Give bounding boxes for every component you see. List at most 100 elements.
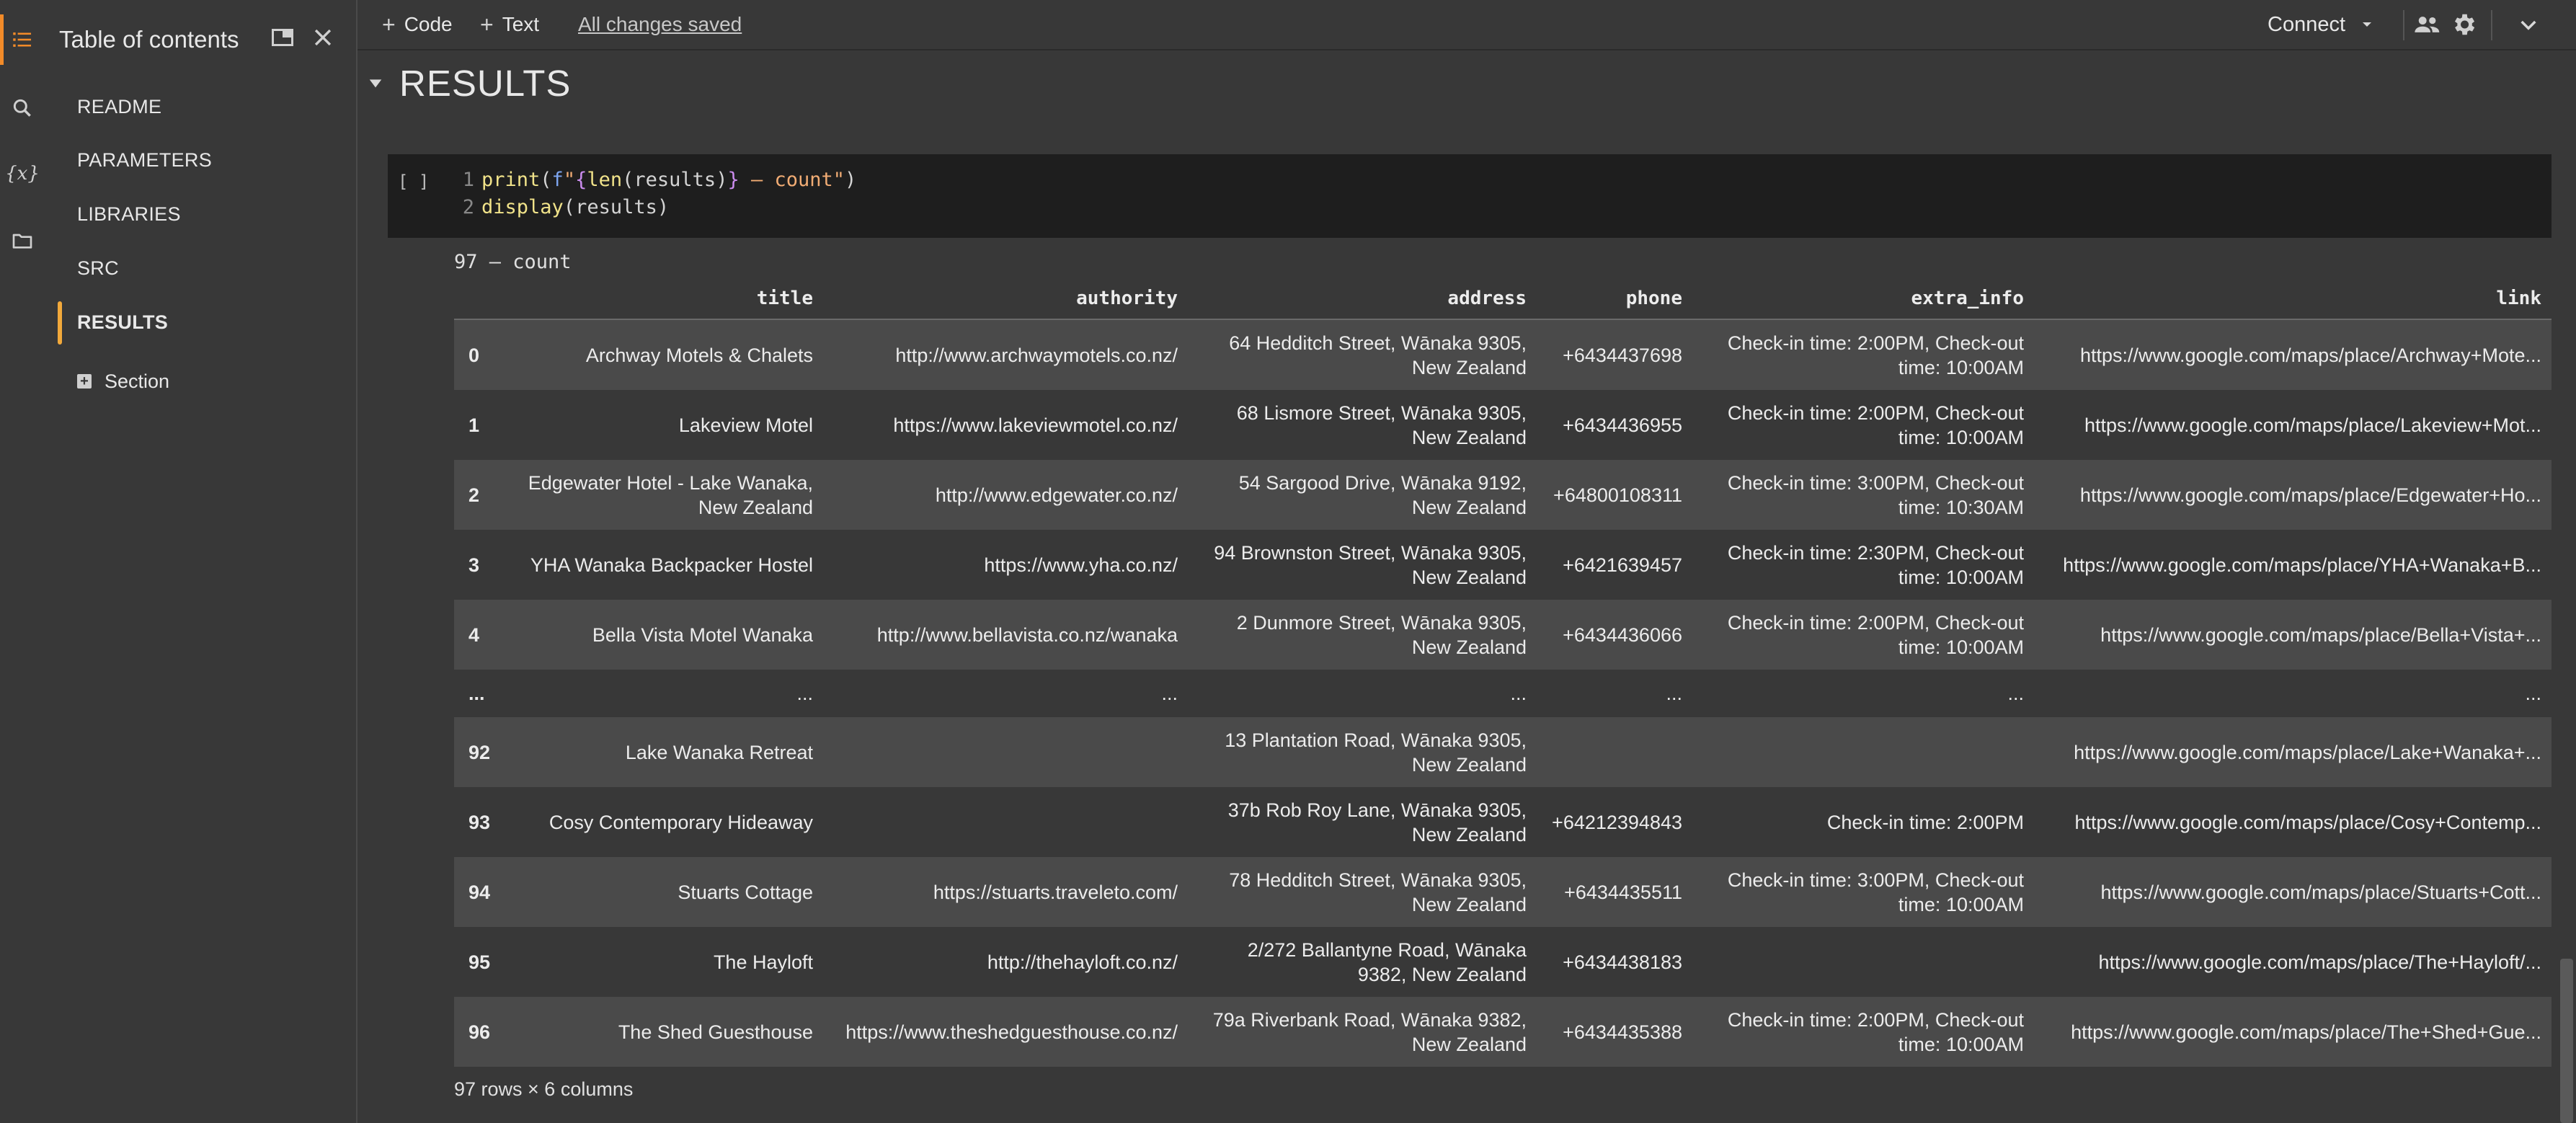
cell-phone — [1537, 717, 1692, 787]
table-row: 96 The Shed Guesthouse https://www.theshed… — [454, 997, 2551, 1067]
toc-item-results[interactable]: RESULTS — [77, 303, 168, 342]
token: } — [727, 169, 740, 191]
token: ( — [622, 169, 634, 191]
add-code-button[interactable]: + Code — [382, 10, 453, 39]
column-header: link — [2034, 278, 2551, 320]
icon-rail: {x} — [0, 0, 45, 1123]
toc-item-parameters[interactable]: PARAMETERS — [77, 141, 212, 179]
table-of-contents-panel: Table of contents README PARAMETERS LIBR… — [45, 0, 357, 1123]
toc-item-src[interactable]: SRC — [77, 249, 119, 288]
column-header: authority — [823, 278, 1188, 320]
cell-extra-info: ... — [2007, 683, 2024, 704]
cell-title: Edgewater Hotel - Lake Wanaka, New Zeala… — [528, 471, 813, 518]
cell-authority: http://www.edgewater.co.nz/ — [935, 484, 1178, 506]
row-index: 96 — [468, 1021, 491, 1043]
cell-extra-info: Check-in time: 2:00PM — [1826, 811, 2024, 833]
toc-icon[interactable] — [0, 14, 45, 65]
cell-extra-info: Check-in time: 2:00PM, Check-out time: 1… — [1727, 1008, 2024, 1055]
cell-address: 68 Lismore Street, Wānaka 9305, New Zeal… — [1236, 401, 1527, 448]
row-index: 92 — [468, 741, 491, 763]
cell-address: 2 Dunmore Street, Wānaka 9305, New Zeala… — [1236, 611, 1527, 658]
cell-link: https://www.google.com/maps/place/The+Sh… — [2071, 1021, 2541, 1043]
column-header: extra_info — [1692, 278, 2034, 320]
cell-link: ... — [2525, 683, 2541, 704]
collapse-header-icon[interactable] — [2514, 10, 2543, 39]
cell-link: https://www.google.com/maps/place/Cosy+C… — [2074, 811, 2541, 833]
row-index: 0 — [468, 344, 480, 366]
cell-phone: +6434438183 — [1563, 951, 1682, 973]
cell-link: https://www.google.com/maps/place/Lake+W… — [2074, 741, 2541, 763]
collapse-section-icon[interactable] — [368, 75, 383, 91]
code-cell[interactable]: [ ] 1 print(f"{len(results)} – count") 2d… — [388, 154, 2551, 238]
token: results — [634, 169, 716, 191]
cell-phone: +6434436066 — [1563, 623, 1682, 646]
cell-title: Lake Wanaka Retreat — [625, 741, 813, 763]
toc-item-readme[interactable]: README — [77, 87, 161, 126]
token: ) — [657, 196, 670, 218]
close-icon[interactable] — [306, 20, 340, 55]
connect-label: Connect — [2268, 12, 2346, 36]
search-icon[interactable] — [0, 94, 45, 123]
line-number: 2 — [462, 196, 474, 218]
token: { — [575, 169, 587, 191]
dataframe-shape-text: 97 rows × 6 columns — [454, 1078, 634, 1100]
cell-title: ... — [796, 683, 813, 704]
line-number: 1 — [462, 169, 474, 191]
cell-title: The Hayloft — [713, 951, 813, 973]
cell-extra-info — [1692, 927, 2034, 997]
cell-extra-info: Check-in time: 2:30PM, Check-out time: 1… — [1727, 541, 2024, 588]
variables-icon[interactable]: {x} — [0, 159, 45, 189]
column-header: title — [507, 278, 823, 320]
caret-down-icon[interactable] — [2358, 16, 2376, 33]
column-header: address — [1188, 278, 1537, 320]
cell-address: 13 Plantation Road, Wānaka 9305, New Zea… — [1225, 729, 1527, 776]
cell-address: 64 Hedditch Street, Wānaka 9305, New Zea… — [1229, 332, 1527, 378]
cell-address: 78 Hedditch Street, Wānaka 9305, New Zea… — [1229, 869, 1527, 915]
cell-phone: +6434435388 — [1563, 1021, 1682, 1043]
row-index: 3 — [468, 554, 480, 576]
token: ) — [716, 169, 728, 191]
scrollbar-thumb[interactable] — [2560, 959, 2573, 1123]
add-section-button[interactable]: + Section — [77, 362, 169, 401]
row-index: ... — [468, 683, 485, 704]
toc-title: Table of contents — [59, 26, 239, 53]
save-status-link[interactable]: All changes saved — [578, 10, 742, 39]
dataframe-table: title authority address phone extra_info… — [454, 278, 2551, 1067]
cell-phone: +64212394843 — [1552, 811, 1682, 833]
token: " — [563, 169, 576, 191]
cell-authority: http://www.archwaymotels.co.nz/ — [895, 344, 1178, 366]
folder-icon[interactable] — [0, 226, 45, 255]
cell-authority — [823, 787, 1188, 857]
cell-address: 37b Rob Roy Lane, Wānaka 9305, New Zeala… — [1227, 799, 1527, 845]
cell-address: 94 Brownston Street, Wānaka 9305, New Ze… — [1214, 541, 1527, 588]
cell-authority: ... — [1161, 683, 1178, 704]
cell-title: Stuarts Cottage — [678, 881, 813, 903]
cell-extra-info: Check-in time: 3:00PM, Check-out time: 1… — [1727, 869, 2024, 915]
table-row: 4 Bella Vista Motel Wanaka http://www.bell… — [454, 600, 2551, 670]
cell-phone: +6434437698 — [1563, 344, 1682, 366]
connect-button[interactable]: Connect — [2268, 10, 2376, 39]
run-cell-button[interactable]: [ ] — [398, 172, 429, 192]
cell-address: 79a Riverbank Road, Wānaka 9382, New Zea… — [1212, 1008, 1527, 1055]
cell-extra-info: Check-in time: 2:00PM, Check-out time: 1… — [1727, 332, 2024, 378]
row-index: 4 — [468, 623, 480, 646]
cell-phone: +64800108311 — [1553, 484, 1682, 506]
plus-icon: + — [480, 11, 494, 37]
table-row: ..................... — [454, 670, 2551, 717]
code-line-2: 2 display(results) — [453, 196, 669, 218]
toc-item-libraries[interactable]: LIBRARIES — [77, 195, 181, 234]
cell-title: The Shed Guesthouse — [618, 1021, 813, 1043]
table-row: 93 Cosy Contemporary Hideaway 37b Rob Roy … — [454, 787, 2551, 857]
row-index: 93 — [468, 811, 491, 833]
plus-icon: + — [382, 11, 396, 37]
open-in-tab-icon[interactable] — [265, 20, 300, 55]
add-text-button[interactable]: + Text — [480, 10, 539, 39]
row-index: 95 — [468, 951, 491, 973]
cell-link: https://www.google.com/maps/place/Archwa… — [2079, 344, 2541, 366]
cell-authority: https://www.yha.co.nz/ — [984, 554, 1178, 576]
token: display — [481, 196, 564, 218]
code-line-1: 1 print(f"{len(results)} – count") — [453, 169, 857, 191]
share-people-icon[interactable] — [2413, 10, 2442, 39]
settings-gear-icon[interactable] — [2449, 10, 2478, 39]
toolbar-divider — [2403, 10, 2404, 40]
